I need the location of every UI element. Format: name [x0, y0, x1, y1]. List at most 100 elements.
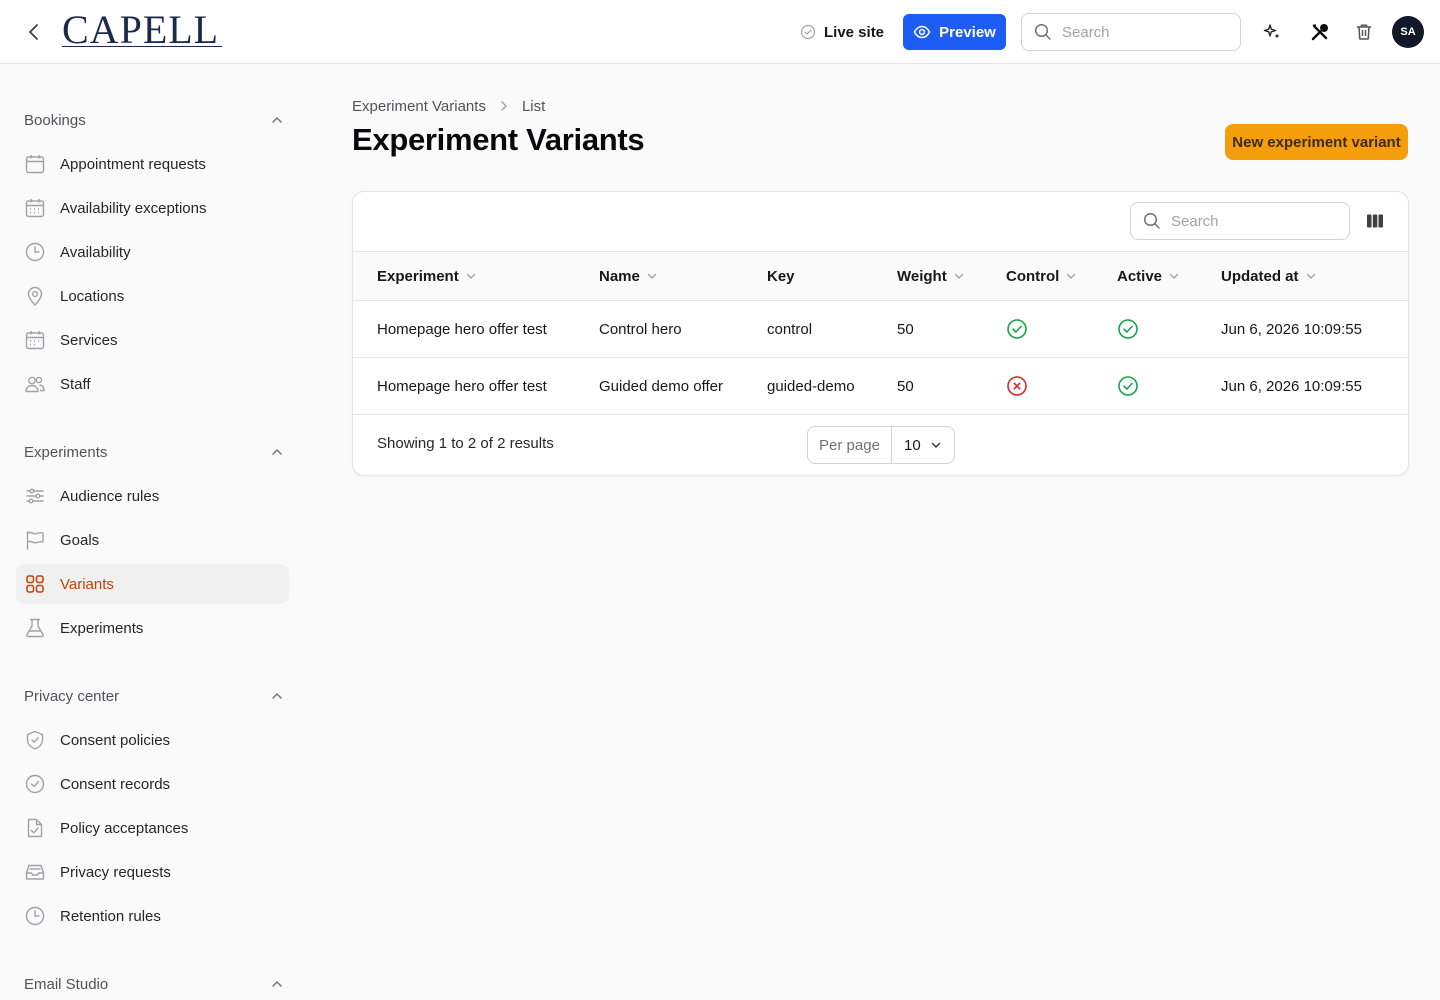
live-site-link[interactable]: Live site	[800, 20, 884, 44]
chevron-down-icon	[954, 273, 963, 279]
new-experiment-variant-button[interactable]: New experiment variant	[1225, 124, 1408, 160]
document-check-icon	[27, 818, 43, 838]
sidebar-item-audience-rules[interactable]: Audience rules	[16, 476, 289, 516]
table-search-input[interactable]	[1171, 212, 1321, 230]
cell-experiment: Homepage hero offer test	[377, 320, 547, 338]
sidebar-item-availability-exceptions[interactable]: Availability exceptions	[16, 188, 289, 228]
check-circle-icon	[1118, 319, 1138, 339]
view-columns-icon[interactable]	[1363, 209, 1387, 233]
calendar-days-icon	[25, 199, 45, 218]
sidebar-item-staff[interactable]: Staff	[16, 364, 289, 404]
eye-icon	[913, 25, 931, 39]
sidebar-item-label: Locations	[60, 287, 125, 305]
column-header-label: Active	[1117, 267, 1163, 285]
back-arrow-icon[interactable]	[22, 20, 46, 44]
sparkles-icon[interactable]	[1260, 20, 1284, 44]
sidebar-item-label: Variants	[60, 575, 114, 593]
check-circle-icon	[800, 24, 816, 40]
per-page-dropdown[interactable]: 10	[892, 437, 954, 454]
sidebar-group-privacy-center[interactable]: Privacy center	[24, 684, 284, 708]
sidebar-group-experiments[interactable]: Experiments	[24, 440, 284, 464]
sidebar-group-email-studio[interactable]: Email Studio	[24, 972, 284, 996]
sidebar-item-policy-acceptances[interactable]: Policy acceptances	[16, 808, 289, 848]
breadcrumb: Experiment Variants List	[352, 96, 545, 116]
wrench-screwdriver-icon[interactable]	[1308, 20, 1332, 44]
column-header-active[interactable]: Active	[1117, 252, 1180, 300]
flag-icon	[26, 531, 44, 550]
sidebar-item-availability[interactable]: Availability	[16, 232, 289, 272]
cell-updated-at: Jun 6, 2026 10:09:55	[1221, 377, 1362, 395]
chevron-down-icon	[466, 273, 475, 279]
table-search[interactable]	[1130, 202, 1350, 240]
sidebar-item-label: Audience rules	[60, 487, 160, 505]
users-icon	[25, 376, 45, 393]
chevron-up-icon	[272, 981, 282, 987]
table-row[interactable]: Homepage hero offer test Control hero co…	[353, 301, 1408, 358]
sidebar-item-services[interactable]: Services	[16, 320, 289, 360]
column-header-weight[interactable]: Weight	[897, 252, 965, 300]
sidebar-group-bookings[interactable]: Bookings	[24, 108, 284, 132]
sidebar-group-label: Experiments	[24, 443, 108, 461]
logo-underline	[62, 46, 222, 47]
table-row[interactable]: Homepage hero offer test Guided demo off…	[353, 358, 1408, 415]
chevron-up-icon	[272, 117, 282, 123]
live-site-label: Live site	[824, 23, 885, 41]
page-title: Experiment Variants	[352, 122, 645, 157]
sidebar: Bookings Appointment requests Availabili…	[0, 65, 305, 1000]
cell-weight: 50	[897, 377, 914, 395]
cell-key: guided-demo	[767, 377, 855, 395]
column-header-experiment[interactable]: Experiment	[377, 252, 477, 300]
preview-button[interactable]: Preview	[903, 14, 1006, 50]
column-header-label: Updated at	[1221, 267, 1299, 285]
sidebar-item-experiments[interactable]: Experiments	[16, 608, 289, 648]
squares-grid-icon	[26, 575, 44, 593]
sidebar-item-consent-policies[interactable]: Consent policies	[16, 720, 289, 760]
per-page-select[interactable]: Per page 10	[807, 426, 955, 464]
sidebar-item-variants[interactable]: Variants	[16, 564, 289, 604]
column-header-name[interactable]: Name	[599, 252, 658, 300]
cell-name: Guided demo offer	[599, 377, 723, 395]
chevron-right-icon	[501, 101, 507, 111]
inbox-stack-icon	[25, 864, 45, 880]
sidebar-item-label: Retention rules	[60, 907, 161, 925]
sidebar-item-label: Availability exceptions	[60, 199, 207, 217]
trash-icon[interactable]	[1352, 20, 1376, 44]
global-search-input[interactable]	[1062, 23, 1212, 41]
sidebar-item-locations[interactable]: Locations	[16, 276, 289, 316]
beaker-icon	[26, 618, 44, 638]
sidebar-item-privacy-requests[interactable]: Privacy requests	[16, 852, 289, 892]
column-header-control[interactable]: Control	[1006, 252, 1077, 300]
column-header-updated-at[interactable]: Updated at	[1221, 252, 1317, 300]
check-circle-icon	[1007, 319, 1027, 339]
sidebar-item-retention-rules[interactable]: Retention rules	[16, 896, 289, 936]
sidebar-group-label: Email Studio	[24, 975, 109, 993]
chevron-down-icon	[1306, 273, 1315, 279]
sliders-icon	[26, 488, 44, 504]
column-header-label: Experiment	[377, 267, 459, 285]
chevron-up-icon	[272, 693, 282, 699]
cell-control	[1006, 301, 1028, 357]
sidebar-item-label: Services	[60, 331, 118, 349]
user-avatar[interactable]: SA	[1392, 16, 1424, 48]
sidebar-item-goals[interactable]: Goals	[16, 520, 289, 560]
sidebar-item-appointment-requests[interactable]: Appointment requests	[16, 144, 289, 184]
per-page-label: Per page	[808, 427, 892, 463]
pagination-summary: Showing 1 to 2 of 2 results	[377, 435, 554, 452]
breadcrumb-item[interactable]: Experiment Variants	[352, 98, 486, 115]
sidebar-item-label: Consent records	[60, 775, 171, 793]
sidebar-item-label: Appointment requests	[60, 155, 206, 173]
chevron-down-icon	[931, 442, 941, 448]
cell-key: control	[767, 320, 813, 338]
variants-table-card: Experiment Name Key Weight Control Activ…	[352, 191, 1409, 476]
column-header-label: Weight	[897, 267, 947, 285]
sidebar-item-consent-records[interactable]: Consent records	[16, 764, 289, 804]
global-search[interactable]	[1021, 13, 1241, 51]
column-header-label: Control	[1006, 267, 1060, 285]
check-circle-icon	[1118, 376, 1138, 396]
search-icon	[1034, 23, 1051, 40]
search-icon	[1143, 212, 1160, 229]
sidebar-item-label: Privacy requests	[60, 863, 171, 881]
column-header-label: Key	[767, 267, 795, 285]
sidebar-item-label: Availability	[60, 243, 131, 261]
top-bar: CAPELL Live site Preview SA	[0, 0, 1440, 64]
